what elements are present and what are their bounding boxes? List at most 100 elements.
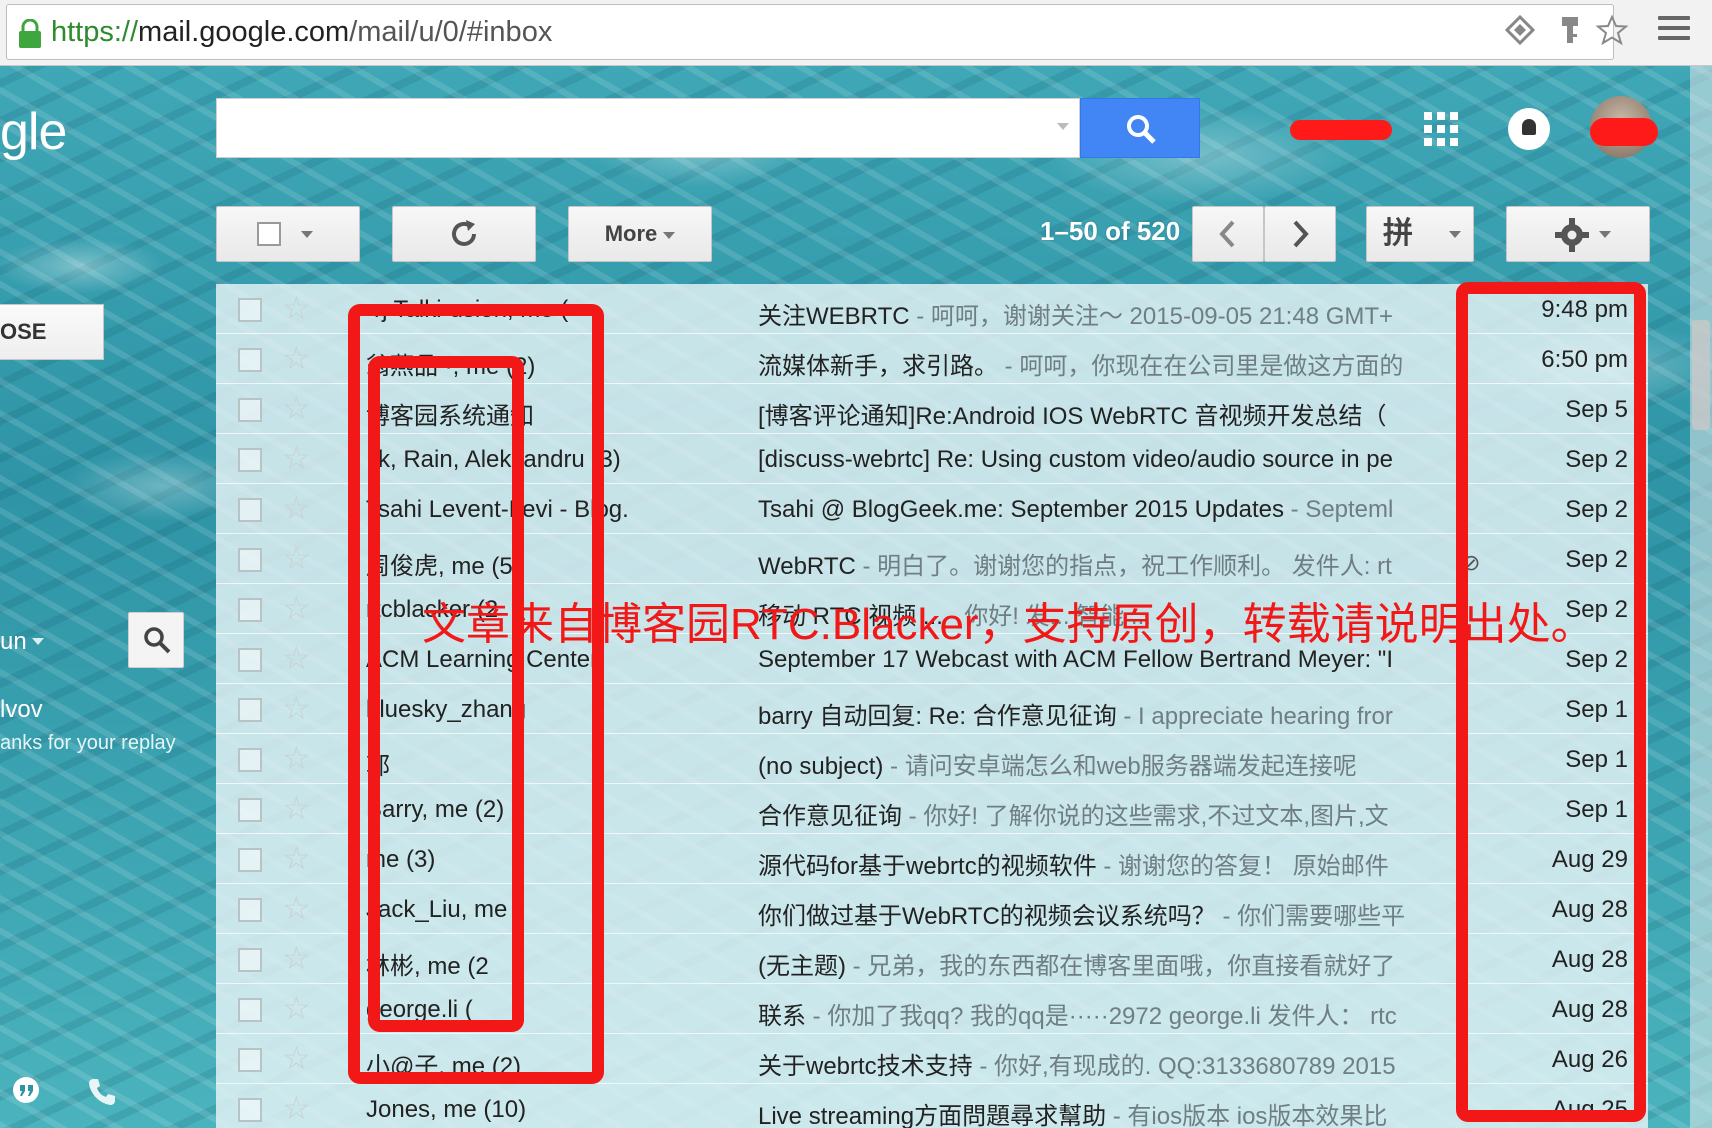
hangouts-quote-icon[interactable] xyxy=(10,1076,42,1108)
email-subject-text: 合作意见征询 xyxy=(758,803,902,830)
email-subject-text: 源代码for基于webrtc的视频软件 xyxy=(758,853,1097,880)
url-path: /mail/u/0/#inbox xyxy=(349,16,553,48)
input-tool-label: 拼 xyxy=(1383,217,1413,250)
search-options-caret-icon[interactable] xyxy=(1057,123,1069,130)
star-icon[interactable]: ☆ xyxy=(282,440,311,476)
email-checkbox[interactable] xyxy=(238,848,262,872)
email-snippet: - Septeml xyxy=(1283,496,1394,523)
email-checkbox[interactable] xyxy=(238,398,262,422)
search-button[interactable] xyxy=(1080,98,1200,158)
email-checkbox[interactable] xyxy=(238,348,262,372)
email-checkbox[interactable] xyxy=(238,748,262,772)
settings-button[interactable] xyxy=(1506,206,1650,262)
annotation-box-dates xyxy=(1456,282,1646,1122)
hangouts-contact-name[interactable]: lvov xyxy=(0,696,43,724)
star-icon[interactable]: ☆ xyxy=(282,890,311,926)
star-icon[interactable]: ☆ xyxy=(282,590,311,626)
browser-menu-icon[interactable] xyxy=(1658,16,1690,44)
chevron-right-icon xyxy=(1293,220,1309,248)
refresh-button[interactable] xyxy=(392,206,536,262)
email-checkbox[interactable] xyxy=(238,998,262,1022)
star-icon[interactable]: ☆ xyxy=(282,340,311,376)
notifications-bell-icon[interactable] xyxy=(1508,108,1550,150)
chevron-down-icon[interactable] xyxy=(32,638,44,645)
newer-button[interactable] xyxy=(1192,206,1264,262)
key-icon[interactable] xyxy=(1554,14,1586,46)
page-scrollbar-thumb[interactable] xyxy=(1692,320,1710,430)
star-icon[interactable]: ☆ xyxy=(282,540,311,576)
email-checkbox[interactable] xyxy=(238,448,262,472)
bookmark-star-icon[interactable] xyxy=(1596,14,1628,46)
star-icon[interactable]: ☆ xyxy=(282,1090,311,1126)
email-checkbox[interactable] xyxy=(238,698,262,722)
url-host: mail.google.com xyxy=(138,16,350,48)
email-checkbox[interactable] xyxy=(238,1048,262,1072)
email-subject-text: 联系 xyxy=(758,1003,806,1030)
browser-toolbar: https://mail.google.com/mail/u/0/#inbox xyxy=(0,0,1712,66)
star-icon[interactable]: ☆ xyxy=(282,490,311,526)
email-snippet: - 你们需要哪些平 xyxy=(1215,903,1406,930)
star-icon[interactable]: ☆ xyxy=(282,940,311,976)
star-icon[interactable]: ☆ xyxy=(282,290,311,326)
pagination-count: 1–50 of 520 xyxy=(1040,216,1181,246)
star-icon[interactable]: ☆ xyxy=(282,740,311,776)
email-checkbox[interactable] xyxy=(238,298,262,322)
star-icon[interactable]: ☆ xyxy=(282,990,311,1026)
input-tools-button[interactable]: 拼 xyxy=(1366,206,1474,262)
star-icon[interactable]: ☆ xyxy=(282,640,311,676)
phone-icon[interactable] xyxy=(86,1076,118,1108)
star-icon[interactable]: ☆ xyxy=(282,790,311,826)
older-button[interactable] xyxy=(1264,206,1336,262)
search-input[interactable] xyxy=(216,98,1080,158)
email-subject-text: (no subject) xyxy=(758,753,884,780)
gmail-logo[interactable]: gle xyxy=(0,102,67,162)
chevron-down-icon xyxy=(663,231,676,239)
more-button[interactable]: More xyxy=(568,206,712,262)
email-snippet: - 有ios版本 ios版本效果比 xyxy=(1106,1103,1388,1128)
star-icon[interactable]: ☆ xyxy=(282,840,311,876)
page-scrollbar[interactable] xyxy=(1690,66,1712,1128)
address-bar[interactable]: https://mail.google.com/mail/u/0/#inbox xyxy=(6,4,1614,60)
email-subject-text: Tsahi @ BlogGeek.me: September 2015 Upda… xyxy=(758,496,1284,523)
email-checkbox[interactable] xyxy=(238,898,262,922)
email-checkbox[interactable] xyxy=(238,498,262,522)
email-snippet: - 兄弟，我的东西都在博客里面哦，你直接看就好了 xyxy=(845,953,1396,980)
email-subject-text: 流媒体新手，求引路。 xyxy=(758,353,998,380)
chevron-down-icon xyxy=(301,231,313,238)
search-icon xyxy=(1127,115,1156,144)
star-icon[interactable]: ☆ xyxy=(282,690,311,726)
email-snippet: - 呵呵，你现在在公司里是做这方面的 xyxy=(998,353,1404,380)
email-snippet: - 呵呵，谢谢关注～ 2015-09-05 21:48 GMT+ xyxy=(909,303,1394,330)
email-sender[interactable]: Jones, me (10) xyxy=(366,1096,806,1124)
email-subject-text: 关于webrtc技术支持 xyxy=(758,1053,973,1080)
chevron-down-icon xyxy=(1599,231,1611,238)
url-text[interactable]: https://mail.google.com/mail/u/0/#inbox xyxy=(51,16,552,49)
email-checkbox[interactable] xyxy=(238,598,262,622)
email-snippet: - 明白了。谢谢您的指点，祝工作顺利。 发件人: rt xyxy=(855,553,1392,580)
search-icon xyxy=(144,627,171,654)
email-row[interactable]: ☆ Jones, me (10) Live streaming方面問題尋求幫助 - … xyxy=(216,1084,1648,1128)
apps-grid-icon[interactable] xyxy=(1424,112,1458,146)
hangouts-contact-message: anks for your replay xyxy=(0,732,176,754)
email-subject-text: WebRTC xyxy=(758,553,856,580)
extension-diamond-icon[interactable] xyxy=(1504,14,1536,46)
email-checkbox[interactable] xyxy=(238,548,262,572)
email-subject-text: [discuss-webrtc] Re: Using custom video/… xyxy=(758,446,1393,473)
redacted-avatar xyxy=(1590,118,1658,146)
email-snippet: - 你好! 了解你说的这些需求,不过文本,图片,文 xyxy=(902,803,1389,830)
email-checkbox[interactable] xyxy=(238,648,262,672)
email-subject-text: [博客评论通知]Re:Android IOS WebRTC 音视频开发总结（ xyxy=(758,403,1387,430)
star-icon[interactable]: ☆ xyxy=(282,1040,311,1076)
hangouts-search-button[interactable] xyxy=(128,612,184,668)
email-snippet: - 请问安卓端怎么和web服务器端发起连接呢 xyxy=(883,753,1357,780)
email-checkbox[interactable] xyxy=(238,948,262,972)
email-snippet: - 你加了我qq? 我的qq是·····2972 george.li 发件人： … xyxy=(806,1003,1397,1030)
compose-button[interactable]: OSE xyxy=(0,304,104,360)
select-all-checkbox[interactable] xyxy=(257,222,281,246)
hangouts-user-name[interactable]: un xyxy=(0,628,27,656)
select-all-dropdown[interactable] xyxy=(216,206,360,262)
star-icon[interactable]: ☆ xyxy=(282,390,311,426)
email-checkbox[interactable] xyxy=(238,1098,262,1122)
annotation-box-senders-inner xyxy=(368,356,524,1032)
email-checkbox[interactable] xyxy=(238,798,262,822)
